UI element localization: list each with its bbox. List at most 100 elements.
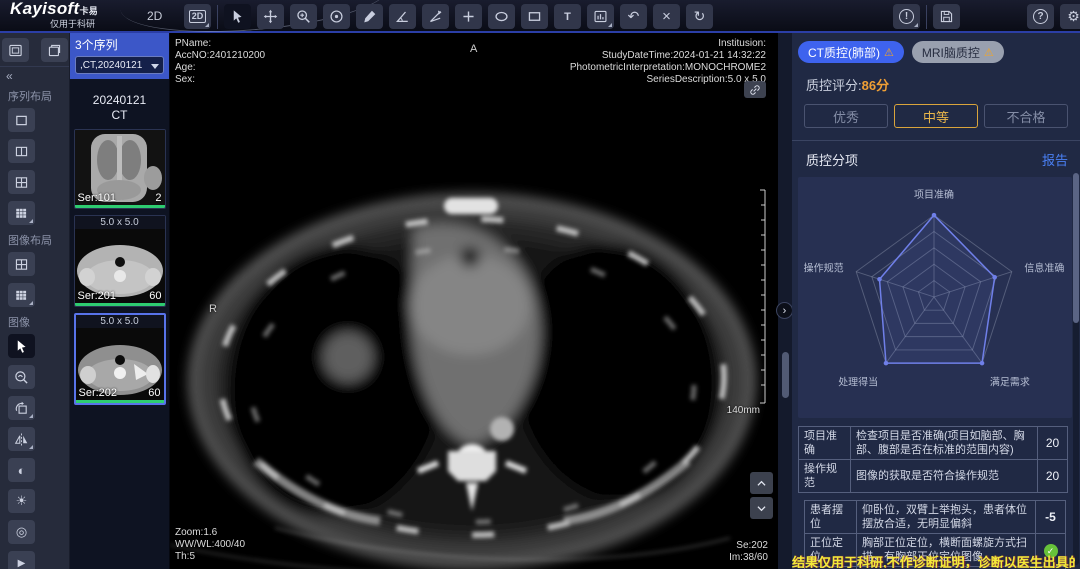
criterion-name: 项目准确	[799, 427, 851, 460]
study-date: 20240121	[70, 93, 169, 108]
series-panel-toggle-button[interactable]	[41, 38, 68, 62]
tab-mri-qc[interactable]: MRI脑质控⚠	[912, 41, 1004, 63]
research-disclaimer-marquee: 结果仅用于科研,不作诊断证明，诊断以医生出具的诊断	[792, 552, 1075, 568]
flip-icon	[14, 432, 29, 447]
target-button[interactable]: ◎	[8, 520, 35, 544]
series-thumbnail-201[interactable]: 5.0 x 5.0 Ser:201 60	[74, 215, 166, 307]
thumbnail-status-bar	[75, 303, 165, 306]
photometric-interpretation: PhotometricInterpretation:MONOCHROME2	[570, 62, 766, 74]
info-icon: !	[899, 9, 914, 24]
panel-copy-icon	[47, 43, 62, 58]
series-number: Ser:101	[78, 192, 117, 204]
table-row: 项目准确 检查项目是否准确(项目如脑部、胸部、腹部是否在标准的范围内容) 20	[799, 427, 1068, 460]
qc-panel: CT质控(肺部)⚠ MRI脑质控⚠ 质控评分:86分 优秀 中等 不合格 质控分…	[792, 33, 1080, 569]
toolbar: 2D T ↶ × ↻	[184, 4, 713, 29]
help-button[interactable]: ?	[1027, 4, 1054, 29]
measure-tool-button[interactable]	[356, 4, 383, 29]
layout-2x2-button[interactable]	[8, 170, 35, 194]
criterion-name: 患者摆位	[805, 501, 857, 534]
thumbnail-status-bar	[76, 400, 164, 403]
image-layout-3x3-button[interactable]	[8, 283, 35, 307]
layout-1x2-button[interactable]	[8, 139, 35, 163]
series-thumbnail-202[interactable]: 5.0 x 5.0 Ser:202 60	[74, 313, 166, 405]
criterion-penalty: -5	[1036, 501, 1066, 534]
orientation-anterior: A	[470, 43, 477, 55]
zoom-tool-button[interactable]	[290, 4, 317, 29]
grade-fail-button[interactable]: 不合格	[984, 104, 1068, 128]
probe-tool-button[interactable]	[323, 4, 350, 29]
cobb-angle-tool-button[interactable]	[422, 4, 449, 29]
slice-up-button[interactable]	[750, 472, 773, 494]
series-thumbnail-101[interactable]: Ser:101 2	[74, 129, 166, 209]
layout-1x1-button[interactable]	[8, 108, 35, 132]
slice-down-button[interactable]	[750, 497, 773, 519]
qc-panel-scrollbar[interactable]	[1073, 173, 1079, 565]
grid-1x1-icon	[14, 113, 29, 128]
report-link[interactable]: 报告	[1042, 150, 1068, 169]
image-pointer-button[interactable]	[8, 334, 35, 358]
image-magnify-button[interactable]	[8, 365, 35, 389]
brand-name-cn: 卡易	[79, 6, 98, 16]
criterion-score: 20	[1038, 427, 1068, 460]
chevron-up-icon	[755, 477, 768, 490]
link-series-button[interactable]	[744, 81, 766, 98]
floppy-icon	[939, 9, 954, 24]
cine-play-button[interactable]: ▶	[8, 551, 35, 569]
viewer-layout-button[interactable]	[2, 38, 29, 62]
reset-button[interactable]: ↻	[686, 4, 713, 29]
move-icon	[263, 9, 278, 24]
subsection-title: 质控分项	[806, 150, 858, 169]
close-icon: ×	[662, 8, 671, 25]
layout-3x3-button[interactable]	[8, 201, 35, 225]
rectangle-icon	[527, 9, 542, 24]
slice-scrollbar[interactable]	[782, 352, 789, 398]
study-select[interactable]: ,CT,20240121	[75, 56, 164, 74]
study-modality: CT	[70, 108, 169, 123]
brightness-button[interactable]: ☀	[8, 489, 35, 513]
qc-score: 质控评分:86分	[792, 63, 1080, 94]
undo-button[interactable]: ↶	[620, 4, 647, 29]
grade-excellent-button[interactable]: 优秀	[804, 104, 888, 128]
series-header: 3个序列 ,CT,20240121	[70, 33, 169, 79]
layout-2d-button[interactable]: 2D	[184, 4, 211, 29]
criterion-desc: 检查项目是否准确(项目如脑部、胸部、腹部是否在标准的范围内容)	[851, 427, 1038, 460]
save-button[interactable]	[933, 4, 960, 29]
thickness: Th:5	[175, 551, 245, 563]
collapse-sidebar-button[interactable]: «	[0, 67, 19, 85]
rect-roi-button[interactable]	[521, 4, 548, 29]
svg-text:满足需求: 满足需求	[990, 376, 1030, 388]
svg-text:操作规范: 操作规范	[804, 261, 844, 274]
text-annotation-button[interactable]: T	[554, 4, 581, 29]
info-button[interactable]: !	[893, 4, 920, 29]
series-panel: 3个序列 ,CT,20240121 20240121 CT Ser:101 2 …	[70, 33, 170, 569]
series-number: Ser:202	[79, 387, 118, 399]
image-flip-button[interactable]	[8, 427, 35, 451]
grade-medium-button[interactable]: 中等	[894, 104, 978, 128]
panel-layout-icon	[8, 43, 23, 58]
study-datetime: StudyDateTime:2024-01-21 14:32:22	[570, 50, 766, 62]
criterion-name: 操作规范	[799, 460, 851, 493]
crosshair-tool-button[interactable]	[455, 4, 482, 29]
ellipse-roi-button[interactable]	[488, 4, 515, 29]
tab-ct-qc[interactable]: CT质控(肺部)⚠	[798, 41, 904, 63]
rotate-icon	[14, 401, 29, 416]
expand-panel-button[interactable]: ›	[776, 302, 793, 319]
toolbar-separator	[217, 5, 218, 29]
angle-icon	[395, 9, 410, 24]
pan-tool-button[interactable]	[257, 4, 284, 29]
scrollbar-thumb[interactable]	[1073, 173, 1079, 323]
image-viewport[interactable]: PName: AccNO:2401210200 Age: Sex: A R In…	[170, 33, 778, 569]
tool-sidebar: « 序列布局 图像布局 图像 ◐ ☀ ◎ ▶ 其他工具 + × ↻ 定位线 ✓ …	[0, 33, 70, 569]
pointer-tool-button[interactable]	[224, 4, 251, 29]
image-rotate-button[interactable]	[8, 396, 35, 420]
angle-tool-button[interactable]	[389, 4, 416, 29]
delete-annotation-button[interactable]: ×	[653, 4, 680, 29]
image-layout-grid	[0, 249, 69, 311]
zoom-level: Zoom:1.6	[175, 527, 245, 539]
image-layout-2x2-button[interactable]	[8, 252, 35, 276]
invert-button[interactable]: ◐	[8, 458, 35, 482]
window-preset-button[interactable]	[587, 4, 614, 29]
patient-name: PName:	[175, 38, 265, 50]
settings-button[interactable]: ⚙	[1060, 4, 1080, 29]
table-row: 患者摆位 仰卧位，双臂上举抱头，患者体位摆放合适，无明显偏斜 -5	[805, 501, 1066, 534]
